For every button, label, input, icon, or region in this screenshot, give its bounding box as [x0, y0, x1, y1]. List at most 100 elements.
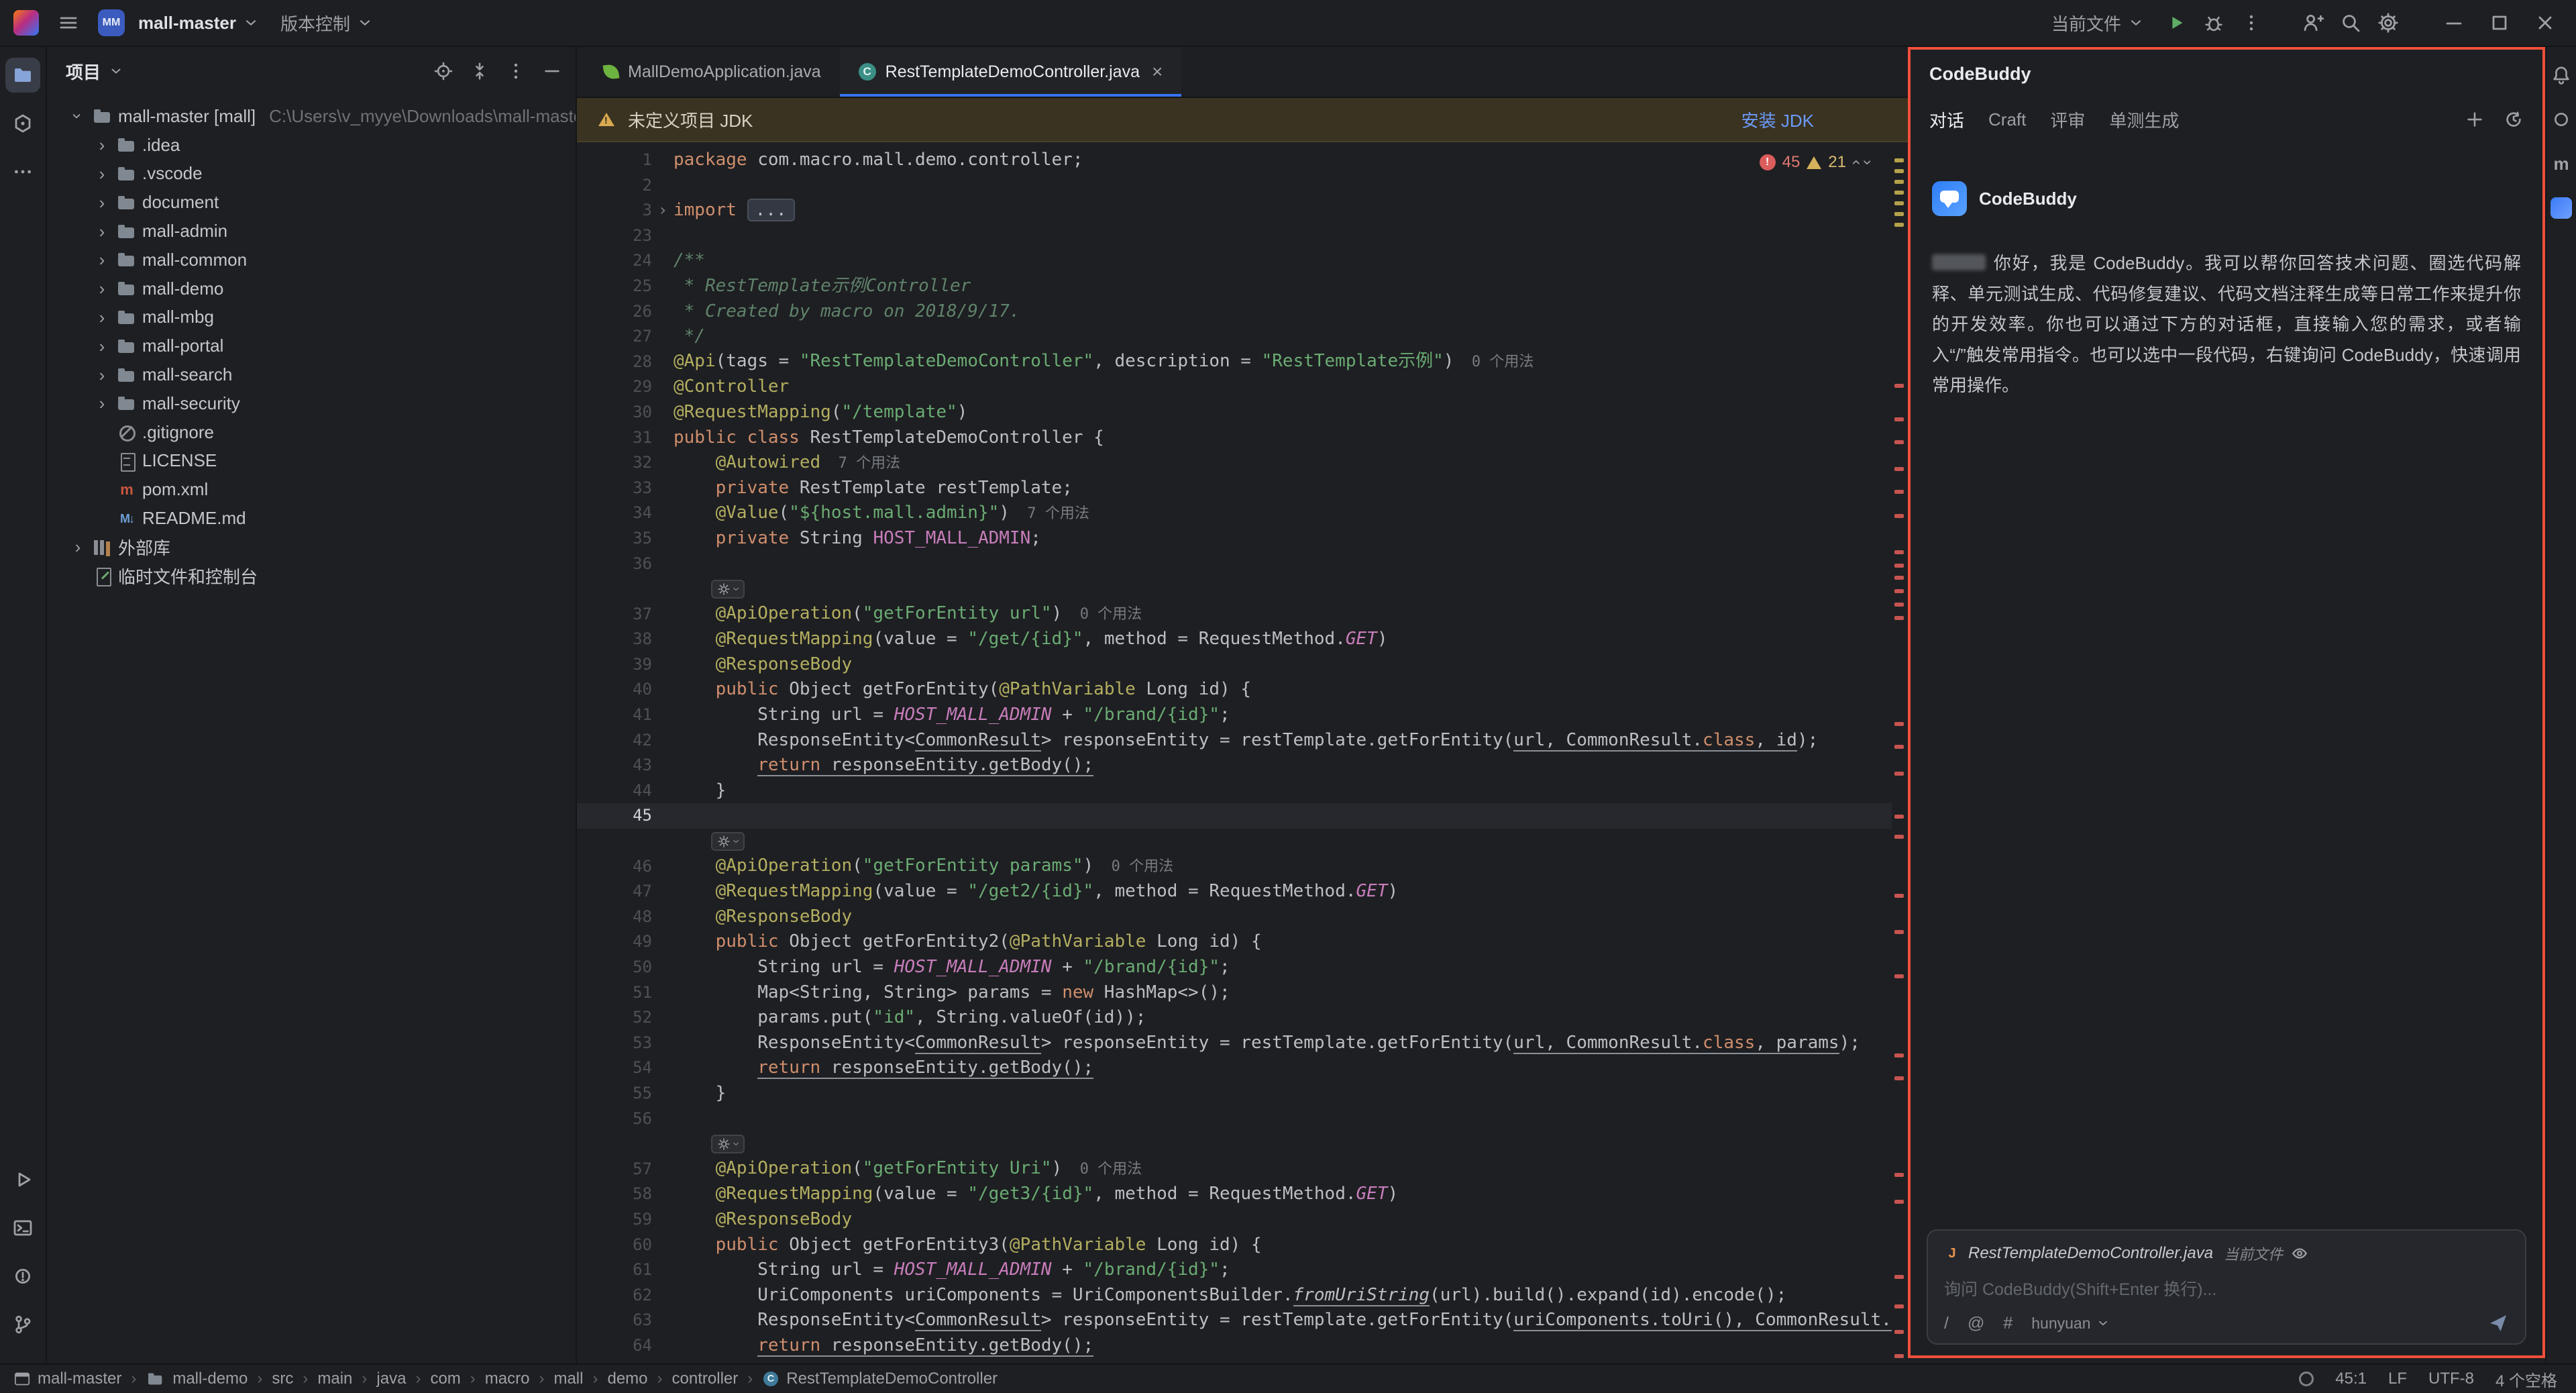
- ai-actions-icon[interactable]: ›: [711, 832, 745, 851]
- warning-stripe-mark[interactable]: [1894, 212, 1904, 216]
- line-number[interactable]: 35: [593, 526, 652, 552]
- chevron-right-icon[interactable]: ›: [68, 538, 87, 556]
- code-text[interactable]: @RequestMapping("/template"): [674, 400, 1892, 425]
- code-line[interactable]: 56: [577, 1106, 1892, 1132]
- chevron-right-icon[interactable]: ›: [93, 338, 111, 355]
- code-line[interactable]: 63 ResponseEntity<CommonResult> response…: [577, 1308, 1892, 1333]
- code-line[interactable]: 55 }: [577, 1081, 1892, 1106]
- code-line[interactable]: 54 return responseEntity.getBody();: [577, 1055, 1892, 1081]
- history-icon[interactable]: [2504, 109, 2524, 130]
- codebuddy-tab-对话[interactable]: 对话: [1929, 107, 1964, 132]
- run-icon[interactable]: [2160, 7, 2192, 39]
- warning-stripe-mark[interactable]: [1894, 180, 1904, 184]
- code-line[interactable]: 27 */: [577, 324, 1892, 350]
- breadcrumb-item[interactable]: main: [317, 1370, 352, 1388]
- error-stripe-mark[interactable]: [1894, 440, 1904, 444]
- code-line[interactable]: 35 private String HOST_MALL_ADMIN;: [577, 526, 1892, 552]
- line-number[interactable]: 50: [593, 955, 652, 980]
- run-config-selector[interactable]: 当前文件: [2051, 11, 2144, 36]
- code-line[interactable]: 44 }: [577, 778, 1892, 804]
- caret-position[interactable]: 45:1: [2335, 1370, 2367, 1388]
- error-stripe-mark[interactable]: [1894, 417, 1904, 421]
- breadcrumb-item[interactable]: demo: [607, 1370, 647, 1388]
- tree-row-root[interactable]: ›mall-master [mall]C:\Users\v_myye\Downl…: [47, 102, 576, 131]
- tree-item[interactable]: ›document: [47, 188, 576, 217]
- line-number[interactable]: 56: [593, 1106, 652, 1132]
- send-button[interactable]: [2487, 1312, 2509, 1334]
- code-line[interactable]: 53 ResponseEntity<CommonResult> response…: [577, 1031, 1892, 1056]
- tree-item[interactable]: ›mall-security: [47, 389, 576, 418]
- line-number[interactable]: 48: [593, 905, 652, 930]
- error-stripe-mark[interactable]: [1894, 490, 1904, 494]
- code-text[interactable]: @ResponseBody: [674, 1207, 1892, 1233]
- error-stripe-mark[interactable]: [1894, 616, 1904, 620]
- code-line[interactable]: 34 @Value("${host.mall.admin}") 7 个用法: [577, 501, 1892, 526]
- chat-input-card[interactable]: J RestTemplateDemoController.java 当前文件 询…: [1927, 1229, 2526, 1345]
- error-stripe-mark[interactable]: [1894, 1275, 1904, 1279]
- code-line[interactable]: 32 @Autowired 7 个用法: [577, 450, 1892, 476]
- code-line[interactable]: 47 @RequestMapping(value = "/get2/{id}",…: [577, 879, 1892, 905]
- line-number[interactable]: 29: [593, 374, 652, 400]
- line-number[interactable]: 34: [593, 501, 652, 526]
- breadcrumb-item[interactable]: java: [376, 1370, 406, 1388]
- line-number[interactable]: 26: [593, 299, 652, 325]
- settings-icon[interactable]: [2372, 7, 2404, 39]
- code-line[interactable]: 59 @ResponseBody: [577, 1207, 1892, 1233]
- collapse-all-icon[interactable]: [470, 61, 490, 81]
- line-number[interactable]: 45: [593, 803, 652, 829]
- line-number[interactable]: 32: [593, 450, 652, 476]
- context-file-chip[interactable]: J RestTemplateDemoController.java 当前文件: [1944, 1243, 2509, 1264]
- code-text[interactable]: @RequestMapping(value = "/get2/{id}", me…: [674, 879, 1892, 905]
- line-number[interactable]: 37: [593, 602, 652, 627]
- code-line[interactable]: 39 @ResponseBody: [577, 652, 1892, 678]
- code-line[interactable]: 61 String url = HOST_MALL_ADMIN + "/bran…: [577, 1257, 1892, 1283]
- tree-item[interactable]: ›mall-search: [47, 360, 576, 389]
- code-line[interactable]: 60 public Object getForEntity3(@PathVari…: [577, 1233, 1892, 1258]
- code-line[interactable]: 36: [577, 552, 1892, 577]
- tree-item[interactable]: ›.idea: [47, 131, 576, 160]
- close-button[interactable]: [2525, 7, 2565, 39]
- code-line[interactable]: 46 @ApiOperation("getForEntity params") …: [577, 854, 1892, 880]
- setup-jdk-link[interactable]: 安装 JDK: [1741, 107, 1886, 132]
- line-number[interactable]: 44: [593, 778, 652, 804]
- code-text[interactable]: @Api(tags = "RestTemplateDemoController"…: [674, 349, 1892, 375]
- background-tasks-icon[interactable]: [2299, 1372, 2314, 1386]
- line-number[interactable]: 62: [593, 1283, 652, 1308]
- chevron-right-icon[interactable]: ›: [93, 395, 111, 412]
- model-selector[interactable]: hunyuan: [2031, 1314, 2109, 1333]
- code-text[interactable]: import ...: [674, 198, 1892, 223]
- code-text[interactable]: * Created by macro on 2018/9/17.: [674, 299, 1892, 325]
- code-line[interactable]: 2: [577, 173, 1892, 199]
- breadcrumb-item[interactable]: mall: [553, 1370, 583, 1388]
- ai-actions-icon[interactable]: ›: [711, 1135, 745, 1153]
- code-text[interactable]: public Object getForEntity3(@PathVariabl…: [674, 1233, 1892, 1258]
- line-number[interactable]: 59: [593, 1207, 652, 1233]
- tree-item[interactable]: ›mall-admin: [47, 217, 576, 246]
- chat-input[interactable]: 询问 CodeBuddy(Shift+Enter 换行)...: [1944, 1276, 2509, 1300]
- line-number[interactable]: 51: [593, 980, 652, 1006]
- breadcrumb-item[interactable]: com: [430, 1370, 460, 1388]
- line-number[interactable]: 28: [593, 350, 652, 375]
- error-stripe-mark[interactable]: [1894, 1304, 1904, 1308]
- code-text[interactable]: @ApiOperation("getForEntity url") 0 个用法: [674, 601, 1892, 627]
- code-text[interactable]: private RestTemplate restTemplate;: [674, 476, 1892, 501]
- error-stripe-mark[interactable]: [1894, 894, 1904, 898]
- error-stripe-mark[interactable]: [1894, 772, 1904, 776]
- fold-icon[interactable]: ›: [658, 201, 667, 219]
- error-stripe-mark[interactable]: [1894, 1330, 1904, 1334]
- error-stripe-mark[interactable]: [1894, 974, 1904, 978]
- line-number[interactable]: 60: [593, 1233, 652, 1258]
- tree-item[interactable]: .gitignore: [47, 418, 576, 447]
- codebuddy-tab-单测生成[interactable]: 单测生成: [2109, 107, 2179, 132]
- ai-actions-icon[interactable]: ›: [711, 580, 745, 599]
- breadcrumb-item[interactable]: macro: [485, 1370, 530, 1388]
- breadcrumb-item[interactable]: src: [272, 1370, 293, 1388]
- line-number[interactable]: 31: [593, 425, 652, 451]
- line-number[interactable]: 24: [593, 248, 652, 274]
- code-text[interactable]: @Value("${host.mall.admin}") 7 个用法: [674, 501, 1892, 527]
- maven-tool-icon[interactable]: m: [2546, 149, 2576, 178]
- error-stripe-mark[interactable]: [1894, 1200, 1904, 1204]
- error-stripe-mark[interactable]: [1894, 1354, 1904, 1358]
- code-text[interactable]: return responseEntity.getBody();: [674, 1333, 1892, 1359]
- code-line[interactable]: 26 * Created by macro on 2018/9/17.: [577, 299, 1892, 325]
